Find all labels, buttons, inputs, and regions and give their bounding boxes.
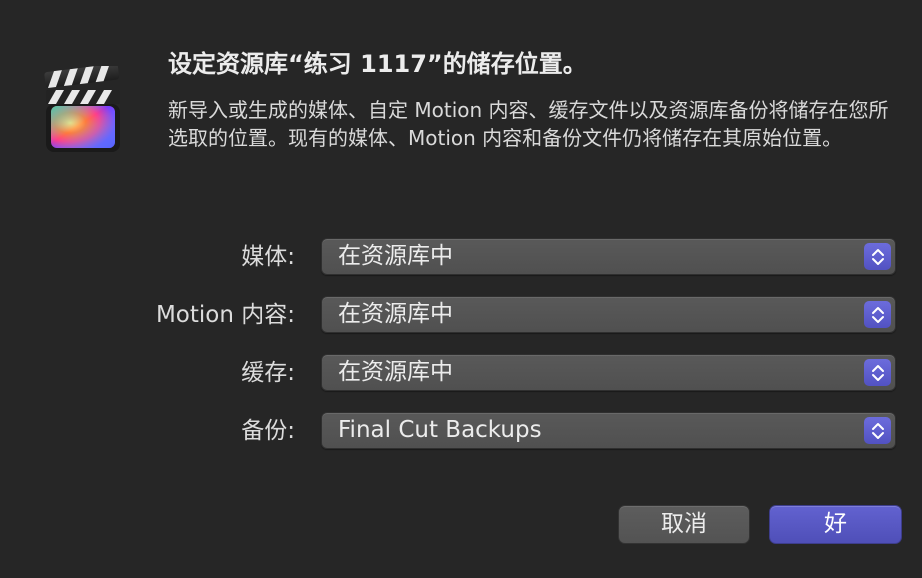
motion-content-location-value: 在资源库中 — [338, 301, 453, 327]
dialog-description: 新导入或生成的媒体、自定 Motion 内容、缓存文件以及资源库备份将储存在您所… — [168, 98, 889, 150]
cache-label: 缓存: — [241, 360, 295, 386]
media-location-popup[interactable]: 在资源库中 — [321, 238, 896, 275]
cancel-button[interactable]: 取消 — [618, 505, 750, 544]
backups-location-popup[interactable]: Final Cut Backups — [321, 412, 896, 449]
dialog-title: 设定资源库“练习 1117”的储存位置。 — [168, 50, 587, 78]
backups-location-value: Final Cut Backups — [338, 417, 542, 443]
final-cut-pro-icon — [42, 63, 122, 154]
chevron-up-down-icon — [864, 243, 891, 270]
chevron-up-down-icon — [864, 417, 891, 444]
ok-button[interactable]: 好 — [769, 505, 902, 544]
cache-location-value: 在资源库中 — [338, 359, 453, 385]
chevron-up-down-icon — [864, 359, 891, 386]
media-location-value: 在资源库中 — [338, 243, 453, 269]
chevron-up-down-icon — [864, 301, 891, 328]
backups-label: 备份: — [241, 418, 295, 444]
media-label: 媒体: — [241, 244, 295, 270]
motion-content-label: Motion 内容: — [155, 302, 295, 328]
motion-content-location-popup[interactable]: 在资源库中 — [321, 296, 896, 333]
cache-location-popup[interactable]: 在资源库中 — [321, 354, 896, 391]
